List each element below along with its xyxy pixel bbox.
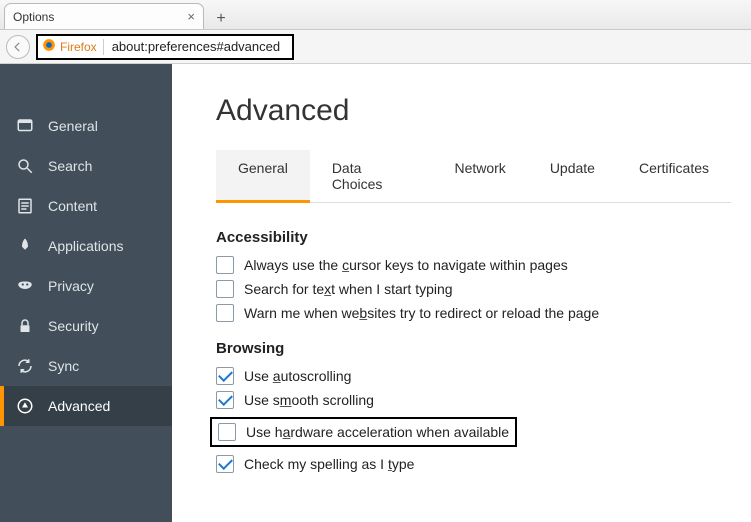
option-smooth-scrolling[interactable]: Use smooth scrolling — [216, 391, 731, 409]
option-check-spelling[interactable]: Check my spelling as I type — [216, 455, 731, 473]
sidebar-item-general[interactable]: General — [0, 106, 172, 146]
subtab-strip: General Data Choices Network Update Cert… — [216, 150, 731, 203]
url-brand-label: Firefox — [60, 40, 97, 54]
browser-tab-strip: Options × + — [0, 0, 751, 30]
content-icon — [16, 197, 34, 215]
checkbox[interactable] — [216, 367, 234, 385]
browser-nav-bar: Firefox about:preferences#advanced — [0, 30, 751, 64]
page-title: Advanced — [216, 94, 731, 128]
option-label: Use autoscrolling — [244, 368, 351, 384]
subtab-certificates[interactable]: Certificates — [617, 150, 731, 202]
rocket-icon — [16, 237, 34, 255]
highlight-box: Use hardware acceleration when available — [210, 417, 517, 447]
url-bar-highlight: Firefox about:preferences#advanced — [36, 34, 294, 60]
option-label: Always use the cursor keys to navigate w… — [244, 257, 568, 273]
option-cursor-keys[interactable]: Always use the cursor keys to navigate w… — [216, 256, 731, 274]
general-icon — [16, 117, 34, 135]
sidebar-item-label: Security — [48, 318, 99, 334]
tab-title: Options — [13, 10, 179, 24]
checkbox[interactable] — [216, 280, 234, 298]
sidebar-item-label: Privacy — [48, 278, 94, 294]
preferences-main: General Search Content Applications Priv… — [0, 64, 751, 522]
sidebar-item-label: Applications — [48, 238, 124, 254]
sidebar-item-sync[interactable]: Sync — [0, 346, 172, 386]
option-label: Use hardware acceleration when available — [246, 424, 509, 440]
subtab-general[interactable]: General — [216, 150, 310, 203]
option-warn-redirect[interactable]: Warn me when websites try to redirect or… — [216, 304, 731, 322]
url-text[interactable]: about:preferences#advanced — [108, 39, 288, 54]
close-icon[interactable]: × — [187, 10, 195, 23]
sidebar-item-label: Search — [48, 158, 92, 174]
option-autoscrolling[interactable]: Use autoscrolling — [216, 367, 731, 385]
preferences-content: Advanced General Data Choices Network Up… — [172, 64, 751, 522]
sidebar-item-label: Sync — [48, 358, 79, 374]
checkbox[interactable] — [216, 455, 234, 473]
subtab-data-choices[interactable]: Data Choices — [310, 150, 433, 202]
option-label: Warn me when websites try to redirect or… — [244, 305, 599, 321]
sidebar-item-applications[interactable]: Applications — [0, 226, 172, 266]
checkbox[interactable] — [216, 391, 234, 409]
sidebar-item-advanced[interactable]: Advanced — [0, 386, 172, 426]
separator — [103, 39, 104, 55]
subtab-network[interactable]: Network — [432, 150, 527, 202]
back-button[interactable] — [6, 35, 30, 59]
browser-tab[interactable]: Options × — [4, 3, 204, 29]
preferences-sidebar: General Search Content Applications Priv… — [0, 64, 172, 522]
firefox-icon — [42, 38, 56, 55]
sidebar-item-privacy[interactable]: Privacy — [0, 266, 172, 306]
subtab-update[interactable]: Update — [528, 150, 617, 202]
section-heading-browsing: Browsing — [216, 340, 731, 357]
sidebar-item-label: Content — [48, 198, 97, 214]
option-label: Check my spelling as I type — [244, 456, 414, 472]
sync-icon — [16, 357, 34, 375]
option-search-text[interactable]: Search for text when I start typing — [216, 280, 731, 298]
option-label: Use smooth scrolling — [244, 392, 374, 408]
checkbox[interactable] — [216, 256, 234, 274]
checkbox[interactable] — [216, 304, 234, 322]
lock-icon — [16, 317, 34, 335]
sidebar-item-content[interactable]: Content — [0, 186, 172, 226]
sidebar-item-security[interactable]: Security — [0, 306, 172, 346]
new-tab-button[interactable]: + — [208, 9, 234, 29]
sidebar-item-label: Advanced — [48, 398, 110, 414]
option-hardware-accel[interactable]: Use hardware acceleration when available — [218, 423, 509, 441]
mask-icon — [16, 277, 34, 295]
option-label: Search for text when I start typing — [244, 281, 453, 297]
checkbox[interactable] — [218, 423, 236, 441]
sidebar-item-label: General — [48, 118, 98, 134]
advanced-icon — [16, 397, 34, 415]
search-icon — [16, 157, 34, 175]
sidebar-item-search[interactable]: Search — [0, 146, 172, 186]
section-heading-accessibility: Accessibility — [216, 229, 731, 246]
